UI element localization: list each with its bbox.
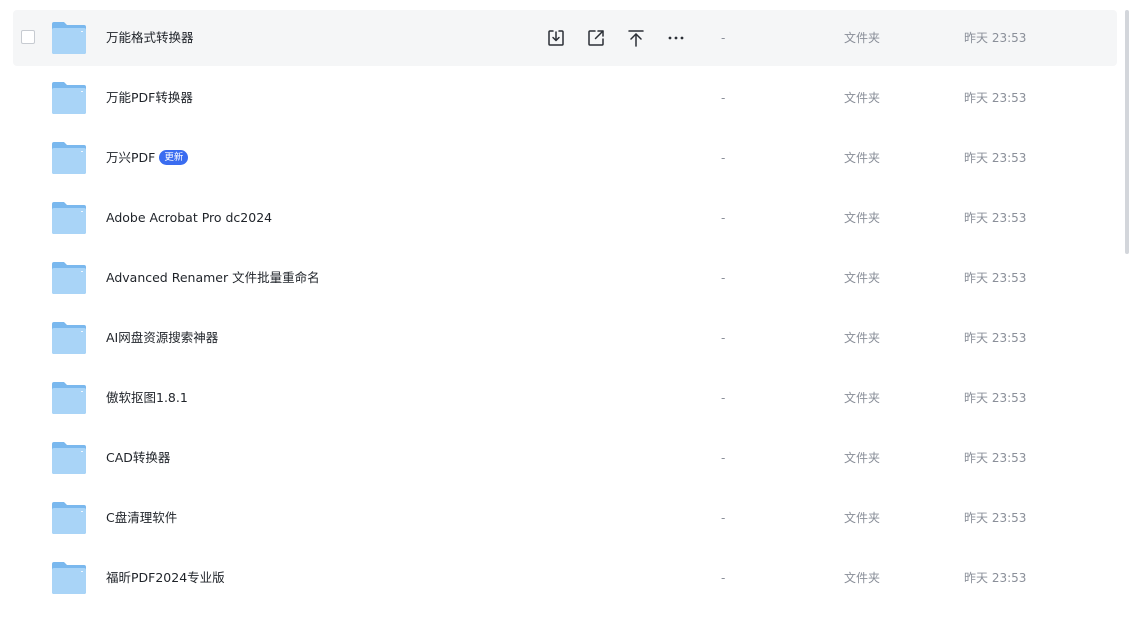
move-to-top-icon bbox=[628, 30, 644, 47]
file-type: 文件夹 bbox=[844, 151, 881, 165]
file-type: 文件夹 bbox=[844, 451, 881, 465]
file-size: - bbox=[721, 31, 726, 45]
file-name[interactable]: Advanced Renamer 文件批量重命名 bbox=[106, 250, 320, 306]
update-badge: 更新 bbox=[159, 150, 189, 165]
file-name[interactable]: C盘清理软件 bbox=[106, 490, 177, 546]
file-row[interactable]: Adobe Acrobat Pro dc2024 - 文件夹 昨天 23:53 bbox=[13, 190, 1117, 246]
file-name[interactable]: AI网盘资源搜索神器 bbox=[106, 310, 218, 366]
file-name-text[interactable]: 万能格式转换器 bbox=[106, 30, 194, 45]
file-name[interactable]: 傲软抠图1.8.1 bbox=[106, 370, 188, 426]
move-to-top-button[interactable] bbox=[625, 26, 647, 50]
folder-icon bbox=[52, 382, 86, 414]
file-name[interactable]: Adobe Acrobat Pro dc2024 bbox=[106, 190, 272, 246]
file-modified-time: 昨天 23:53 bbox=[964, 331, 1027, 345]
file-row[interactable]: 福昕PDF2024专业版 - 文件夹 昨天 23:53 bbox=[13, 550, 1117, 606]
file-type: 文件夹 bbox=[844, 511, 881, 525]
file-row[interactable]: CAD转换器 - 文件夹 昨天 23:53 bbox=[13, 430, 1117, 486]
file-name[interactable]: 福昕PDF2024专业版 bbox=[106, 550, 225, 606]
file-type: 文件夹 bbox=[844, 391, 881, 405]
file-row[interactable]: 万能PDF转换器 - 文件夹 昨天 23:53 bbox=[13, 70, 1117, 126]
folder-icon bbox=[52, 142, 86, 174]
file-name-text[interactable]: CAD转换器 bbox=[106, 450, 170, 465]
download-icon bbox=[548, 30, 564, 46]
file-row[interactable]: C盘清理软件 - 文件夹 昨天 23:53 bbox=[13, 490, 1117, 546]
more-button[interactable] bbox=[665, 26, 687, 50]
file-name-text[interactable]: 傲软抠图1.8.1 bbox=[106, 390, 188, 405]
file-name-text[interactable]: Adobe Acrobat Pro dc2024 bbox=[106, 210, 272, 225]
folder-icon bbox=[52, 262, 86, 294]
file-row[interactable]: Advanced Renamer 文件批量重命名 - 文件夹 昨天 23:53 bbox=[13, 250, 1117, 306]
file-name-text[interactable]: 万能PDF转换器 bbox=[106, 90, 193, 105]
share-button[interactable] bbox=[585, 26, 607, 50]
scrollbar-thumb[interactable] bbox=[1125, 10, 1129, 254]
more-icon bbox=[668, 36, 684, 40]
file-size: - bbox=[721, 391, 726, 405]
file-type: 文件夹 bbox=[844, 211, 881, 225]
file-size: - bbox=[721, 211, 726, 225]
file-type: 文件夹 bbox=[844, 271, 881, 285]
file-type: 文件夹 bbox=[844, 331, 881, 345]
folder-icon bbox=[52, 202, 86, 234]
folder-icon bbox=[52, 322, 86, 354]
folder-icon bbox=[52, 562, 86, 594]
file-row[interactable]: 万兴PDF 更新 - 文件夹 昨天 23:53 bbox=[13, 130, 1117, 186]
download-button[interactable] bbox=[545, 26, 567, 50]
file-modified-time: 昨天 23:53 bbox=[964, 151, 1027, 165]
row-checkbox[interactable] bbox=[21, 30, 35, 44]
file-size: - bbox=[721, 571, 726, 585]
file-size: - bbox=[721, 511, 726, 525]
file-type: 文件夹 bbox=[844, 571, 881, 585]
file-modified-time: 昨天 23:53 bbox=[964, 511, 1027, 525]
file-row[interactable]: 万能格式转换器 - 文件夹 昨天 23:53 bbox=[13, 10, 1117, 66]
file-name[interactable]: 万能格式转换器 bbox=[106, 10, 194, 66]
folder-icon bbox=[52, 22, 86, 54]
file-name-text[interactable]: 万兴PDF bbox=[106, 150, 155, 165]
file-name[interactable]: 万能PDF转换器 bbox=[106, 70, 193, 126]
file-name-text[interactable]: C盘清理软件 bbox=[106, 510, 177, 525]
file-size: - bbox=[721, 91, 726, 105]
file-list: 万能格式转换器 - 文件夹 昨天 23:53 万能PDF转换器 - 文件夹 昨天… bbox=[13, 10, 1117, 610]
folder-icon bbox=[52, 442, 86, 474]
folder-icon bbox=[52, 502, 86, 534]
folder-icon bbox=[52, 82, 86, 114]
file-size: - bbox=[721, 331, 726, 345]
file-name[interactable]: CAD转换器 bbox=[106, 430, 170, 486]
file-modified-time: 昨天 23:53 bbox=[964, 31, 1027, 45]
file-modified-time: 昨天 23:53 bbox=[964, 211, 1027, 225]
file-size: - bbox=[721, 151, 726, 165]
file-modified-time: 昨天 23:53 bbox=[964, 91, 1027, 105]
file-modified-time: 昨天 23:53 bbox=[964, 451, 1027, 465]
file-row[interactable]: 傲软抠图1.8.1 - 文件夹 昨天 23:53 bbox=[13, 370, 1117, 426]
file-name[interactable]: 万兴PDF 更新 bbox=[106, 130, 189, 186]
vertical-scrollbar[interactable] bbox=[1123, 0, 1131, 622]
file-name-text[interactable]: Advanced Renamer 文件批量重命名 bbox=[106, 270, 320, 285]
file-row[interactable]: AI网盘资源搜索神器 - 文件夹 昨天 23:53 bbox=[13, 310, 1117, 366]
file-modified-time: 昨天 23:53 bbox=[964, 391, 1027, 405]
file-type: 文件夹 bbox=[844, 91, 881, 105]
file-size: - bbox=[721, 271, 726, 285]
share-icon bbox=[588, 30, 604, 46]
file-modified-time: 昨天 23:53 bbox=[964, 571, 1027, 585]
file-name-text[interactable]: AI网盘资源搜索神器 bbox=[106, 330, 218, 345]
file-type: 文件夹 bbox=[844, 31, 881, 45]
file-name-text[interactable]: 福昕PDF2024专业版 bbox=[106, 570, 225, 585]
file-size: - bbox=[721, 451, 726, 465]
file-modified-time: 昨天 23:53 bbox=[964, 271, 1027, 285]
